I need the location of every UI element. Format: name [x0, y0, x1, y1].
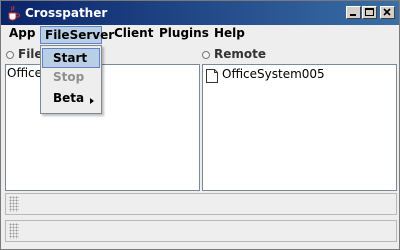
status-bar-bottom: [5, 220, 397, 242]
left-panel-radio-icon[interactable]: [6, 51, 14, 59]
maximize-button[interactable]: [362, 6, 377, 19]
window-title: Crosspather: [25, 6, 108, 20]
minimize-button[interactable]: [346, 6, 361, 19]
right-panel-list[interactable]: OfficeSystem005: [202, 64, 397, 191]
menu-item-beta-label: Beta: [53, 91, 85, 105]
list-item[interactable]: OfficeSystem005: [222, 67, 325, 83]
menu-item-stop-label: Stop: [53, 70, 85, 84]
grip-handle-icon[interactable]: [9, 223, 19, 239]
minimize-icon: [350, 14, 356, 16]
right-panel-header: Remote: [214, 47, 267, 61]
menu-plugins[interactable]: Plugins: [155, 26, 213, 44]
java-cup-icon: [5, 5, 21, 21]
app-window: Crosspather App FileServer Client Plugin…: [0, 0, 400, 250]
menu-item-beta[interactable]: Beta: [42, 91, 100, 111]
menu-client[interactable]: Client: [110, 26, 157, 44]
right-panel-radio-icon[interactable]: [202, 51, 210, 59]
menu-bar: App FileServer Client Plugins Help: [1, 25, 399, 45]
status-bar-top: [5, 193, 397, 215]
grip-handle-icon[interactable]: [9, 196, 19, 212]
close-button[interactable]: [380, 6, 395, 19]
fileserver-dropdown-menu: Start Stop Beta: [40, 45, 102, 114]
menu-app[interactable]: App: [5, 26, 39, 44]
menu-help[interactable]: Help: [210, 26, 249, 44]
left-panel-list[interactable]: OfficeS: [5, 64, 200, 191]
close-icon: [383, 8, 391, 16]
maximize-icon: [365, 8, 374, 16]
menu-item-start-label: Start: [53, 51, 88, 65]
submenu-arrow-icon: [90, 98, 94, 104]
menu-fileserver[interactable]: FileServer: [40, 26, 114, 44]
title-bar[interactable]: Crosspather: [1, 1, 399, 25]
menu-item-stop: Stop: [42, 70, 100, 90]
menu-item-start[interactable]: Start: [42, 48, 100, 68]
file-icon: [206, 68, 218, 83]
